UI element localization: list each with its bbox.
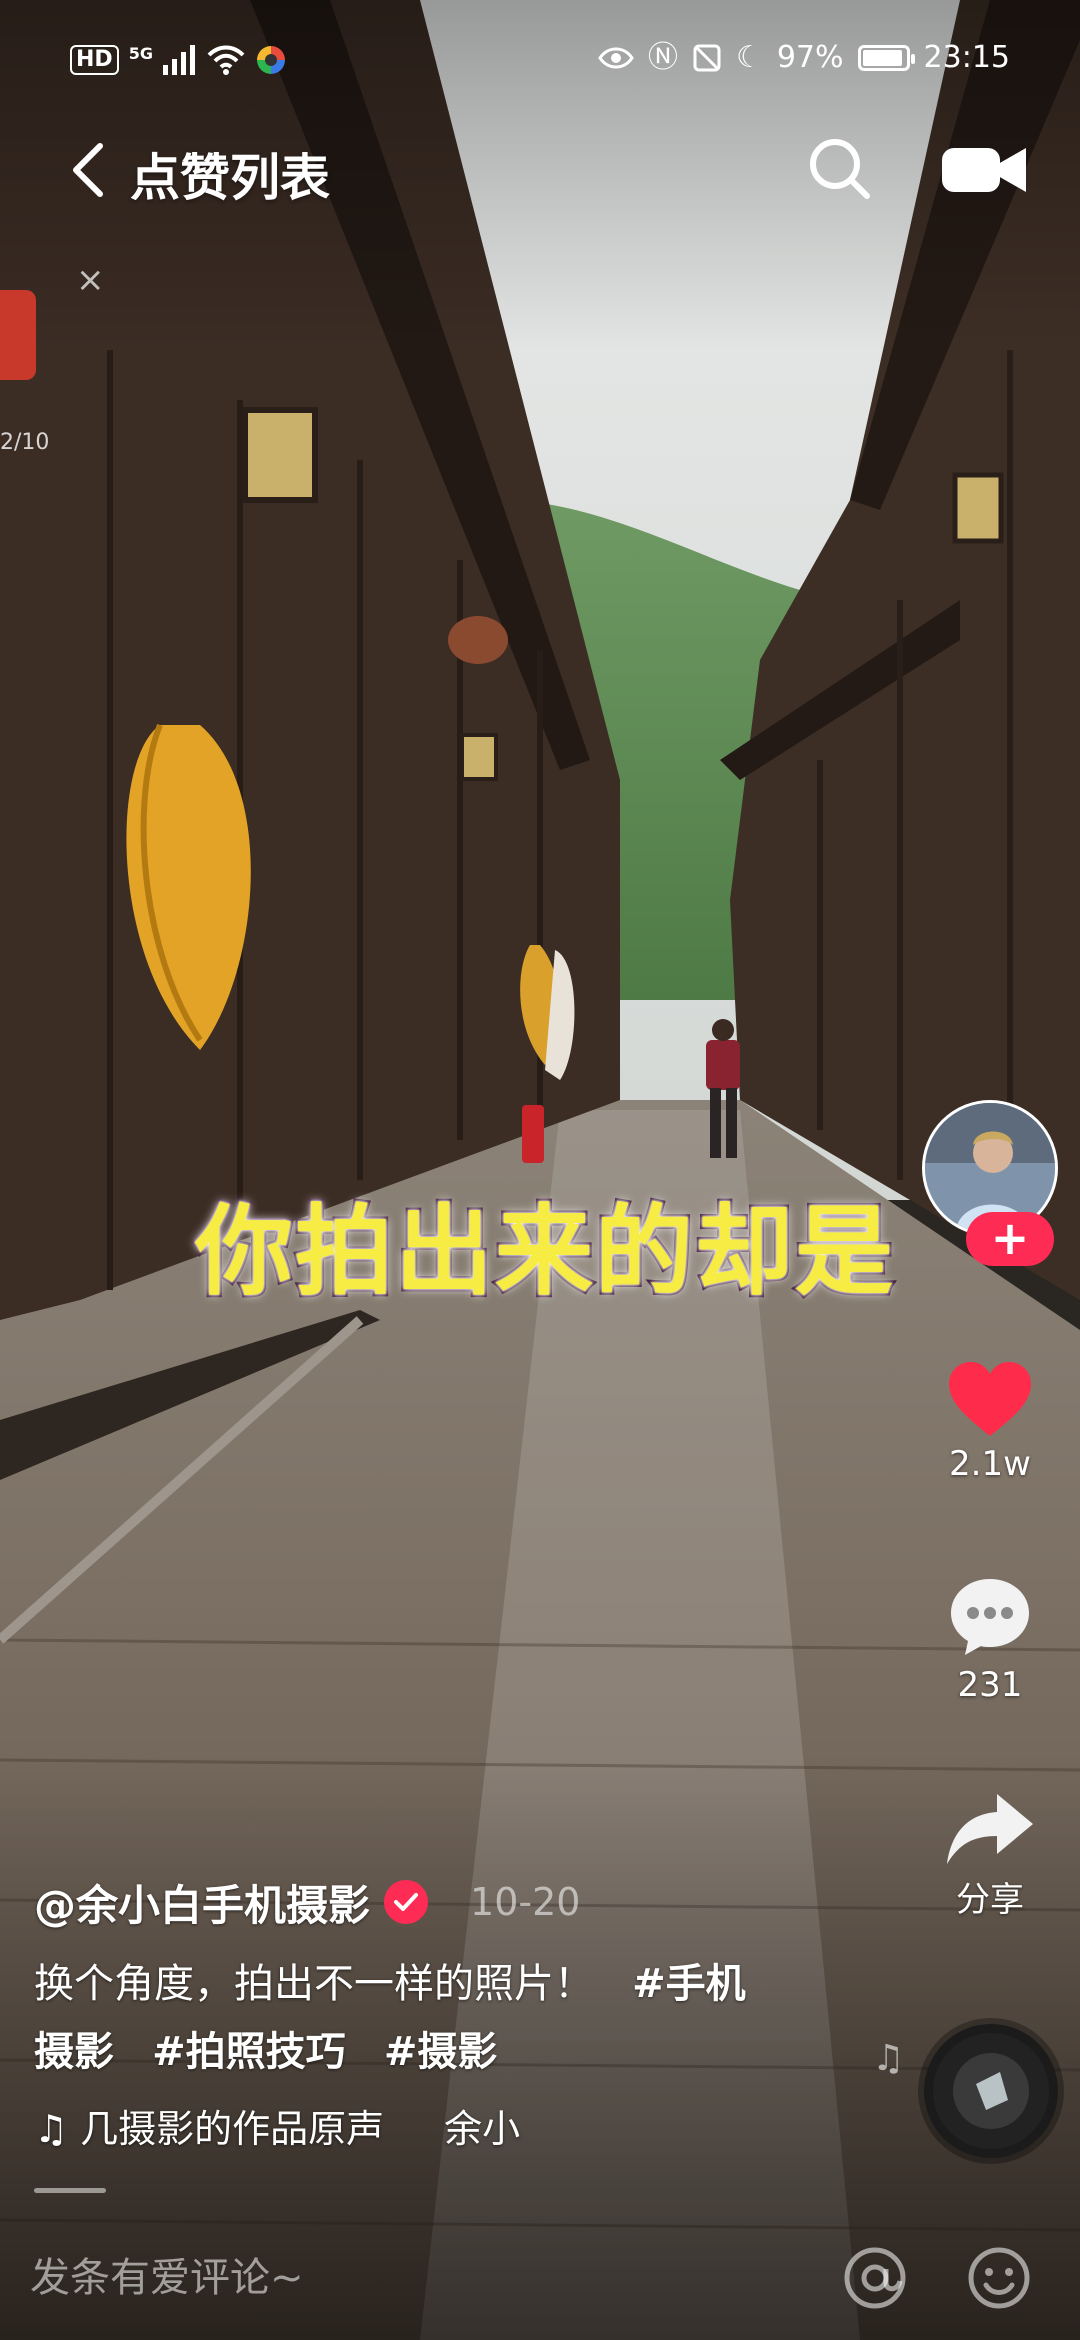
like-action[interactable]: 2.1w — [900, 1360, 1080, 1484]
hashtag[interactable]: #摄影 — [384, 2029, 498, 2075]
network-type: 5G — [128, 43, 153, 63]
verified-badge — [384, 1880, 429, 1924]
close-icon[interactable]: × — [76, 260, 105, 300]
hashtag[interactable]: #拍照技巧 — [152, 2029, 346, 2075]
emoji-button[interactable] — [964, 2243, 1034, 2313]
status-left: HD 5G — [70, 44, 287, 76]
chevron-left-icon — [73, 143, 103, 197]
status-right: Ⓝ ☾ 97% 23:15 — [598, 40, 1010, 75]
hashtag[interactable]: 摄影 — [34, 2029, 114, 2075]
battery-percent: 97% — [776, 40, 844, 75]
comment-bubble-icon[interactable] — [947, 1575, 1033, 1659]
mute-icon — [693, 44, 721, 71]
music-title: ♫ 几摄影的作品原声 — [34, 2106, 385, 2151]
search-icon — [810, 139, 870, 199]
author-avatar-wrap[interactable]: + — [922, 1100, 1058, 1266]
author-row: @余小白手机摄影 10-20 — [34, 1872, 580, 1932]
share-action[interactable]: 分享 — [900, 1790, 1080, 1921]
post-date: 10-20 — [470, 1880, 581, 1924]
floating-counter: 2/10 — [0, 430, 50, 455]
page-title: 点赞列表 — [130, 149, 330, 207]
comment-input[interactable] — [30, 2243, 790, 2313]
do-not-disturb-moon-icon: ☾ — [735, 39, 763, 75]
music-note-icon: ♫ — [872, 2038, 905, 2079]
battery-icon — [857, 44, 915, 71]
wifi-icon — [207, 45, 245, 75]
video-camera-icon — [942, 148, 1026, 192]
share-label: 分享 — [956, 1880, 1024, 1920]
floating-widget[interactable]: × 2/10 — [0, 260, 110, 460]
status-bar: HD 5G Ⓝ ☾ 97% 23:15 — [0, 0, 1080, 120]
music-disc-icon — [933, 2033, 1049, 2149]
follow-button[interactable]: + — [966, 1212, 1054, 1266]
post-caption: 换个角度，拍出不一样的照片！ #手机 摄影 #拍照技巧 #摄影 — [34, 1950, 834, 2086]
eye-icon — [598, 47, 634, 68]
music-row[interactable]: ♫ 几摄影的作品原声 余小 — [34, 2095, 594, 2155]
floating-thumbnail[interactable] — [0, 290, 36, 380]
comment-count: 231 — [957, 1665, 1023, 1705]
author-name[interactable]: @余小白手机摄影 — [34, 1872, 370, 1933]
music-disc[interactable] — [924, 2024, 1058, 2158]
like-count: 2.1w — [949, 1444, 1031, 1484]
battery-fill — [862, 49, 902, 66]
camera-button[interactable] — [940, 142, 1030, 198]
comment-action[interactable]: 231 — [900, 1575, 1080, 1705]
back-button[interactable] — [58, 140, 118, 200]
smiley-icon — [968, 2247, 1030, 2309]
app-notification-icon — [256, 46, 285, 74]
clock: 23:15 — [923, 40, 1010, 75]
hd-badge: HD — [70, 45, 119, 75]
video-overlay-caption: 你拍出来的却是 — [192, 1193, 895, 1312]
video-progress[interactable] — [34, 2188, 106, 2193]
share-arrow-icon[interactable] — [945, 1790, 1035, 1866]
at-sign-icon — [844, 2247, 906, 2309]
signal-icon — [162, 45, 195, 75]
search-button[interactable] — [805, 134, 875, 204]
heart-icon[interactable] — [947, 1360, 1033, 1438]
checkmark-icon — [394, 1893, 419, 1911]
comment-bar — [0, 2215, 1080, 2340]
mention-button[interactable] — [840, 2243, 910, 2313]
music-author: 余小 — [444, 2106, 521, 2151]
top-nav: 点赞列表 — [0, 130, 1080, 210]
nfc-icon: Ⓝ — [647, 39, 678, 75]
hashtag[interactable]: #手机 — [632, 1961, 746, 2007]
caption-text: 换个角度，拍出不一样的照片！ — [34, 1961, 594, 2007]
